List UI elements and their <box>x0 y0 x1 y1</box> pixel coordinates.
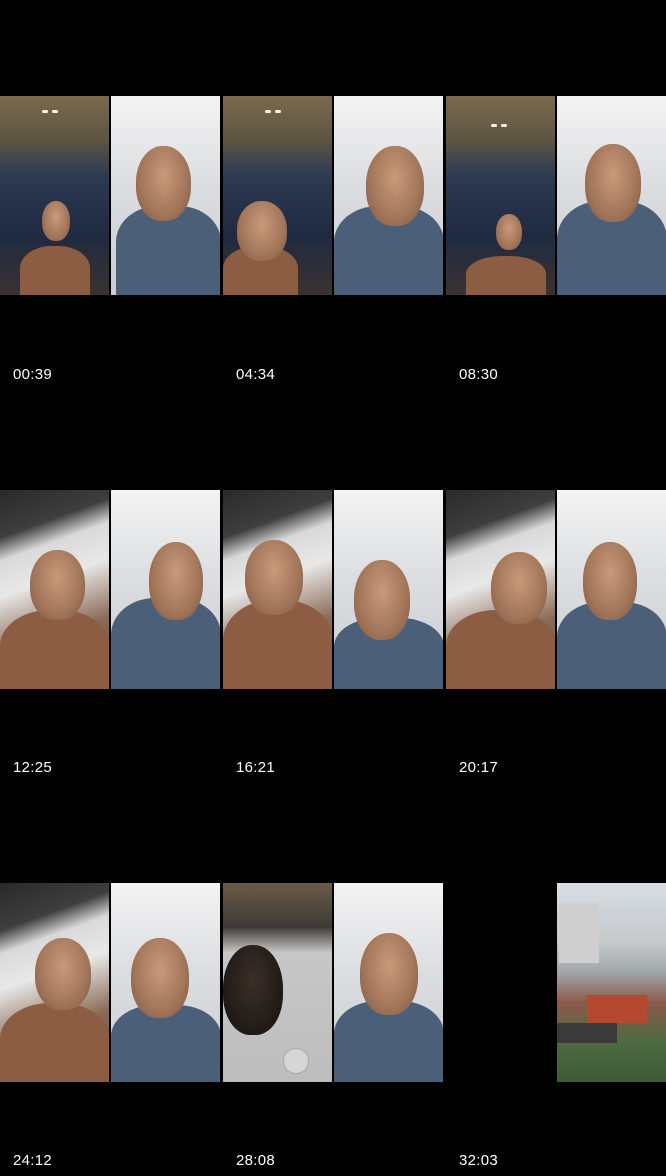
timestamp: 28:08 <box>236 1152 276 1169</box>
split-frame <box>446 490 666 689</box>
timestamp: 20:17 <box>459 759 499 776</box>
thumbnail-tile[interactable]: 16:21 <box>223 393 443 783</box>
left-video-pane <box>446 490 555 689</box>
split-frame <box>223 883 443 1082</box>
split-frame <box>0 96 220 295</box>
left-video-pane <box>0 883 109 1082</box>
right-video-pane <box>334 883 443 1082</box>
timestamp: 12:25 <box>13 759 53 776</box>
split-frame <box>446 883 666 1082</box>
split-frame <box>223 96 443 295</box>
timestamp: 32:03 <box>459 1152 499 1169</box>
thumbnail-tile[interactable]: 00:39 <box>0 0 220 390</box>
right-video-pane <box>557 883 666 1082</box>
left-video-pane <box>223 883 332 1082</box>
right-video-pane <box>334 490 443 689</box>
left-video-pane <box>446 883 555 1082</box>
right-video-pane <box>557 490 666 689</box>
thumbnail-tile[interactable]: 20:17 <box>446 393 666 783</box>
left-video-pane <box>446 96 555 295</box>
timestamp: 00:39 <box>13 366 53 383</box>
timestamp: 24:12 <box>13 1152 53 1169</box>
right-video-pane <box>111 883 220 1082</box>
split-frame <box>0 883 220 1082</box>
thumbnail-tile[interactable]: 08:30 <box>446 0 666 390</box>
thumbnail-tile[interactable]: 04:34 <box>223 0 443 390</box>
right-video-pane <box>111 96 220 295</box>
timestamp: 16:21 <box>236 759 276 776</box>
left-video-pane <box>0 490 109 689</box>
timestamp: 04:34 <box>236 366 276 383</box>
timestamp: 08:30 <box>459 366 499 383</box>
right-video-pane <box>334 96 443 295</box>
thumbnail-tile[interactable]: 32:03 <box>446 786 666 1176</box>
split-frame <box>0 490 220 689</box>
thumbnail-tile[interactable]: 28:08 <box>223 786 443 1176</box>
right-video-pane <box>111 490 220 689</box>
video-thumbnail-grid: 00:39 04:34 08:30 12:25 16:21 20:17 24:1… <box>0 0 666 1176</box>
thumbnail-tile[interactable]: 12:25 <box>0 393 220 783</box>
split-frame <box>446 96 666 295</box>
thumbnail-tile[interactable]: 24:12 <box>0 786 220 1176</box>
right-video-pane <box>557 96 666 295</box>
split-frame <box>223 490 443 689</box>
left-video-pane <box>223 96 332 295</box>
left-video-pane <box>223 490 332 689</box>
left-video-pane <box>0 96 109 295</box>
